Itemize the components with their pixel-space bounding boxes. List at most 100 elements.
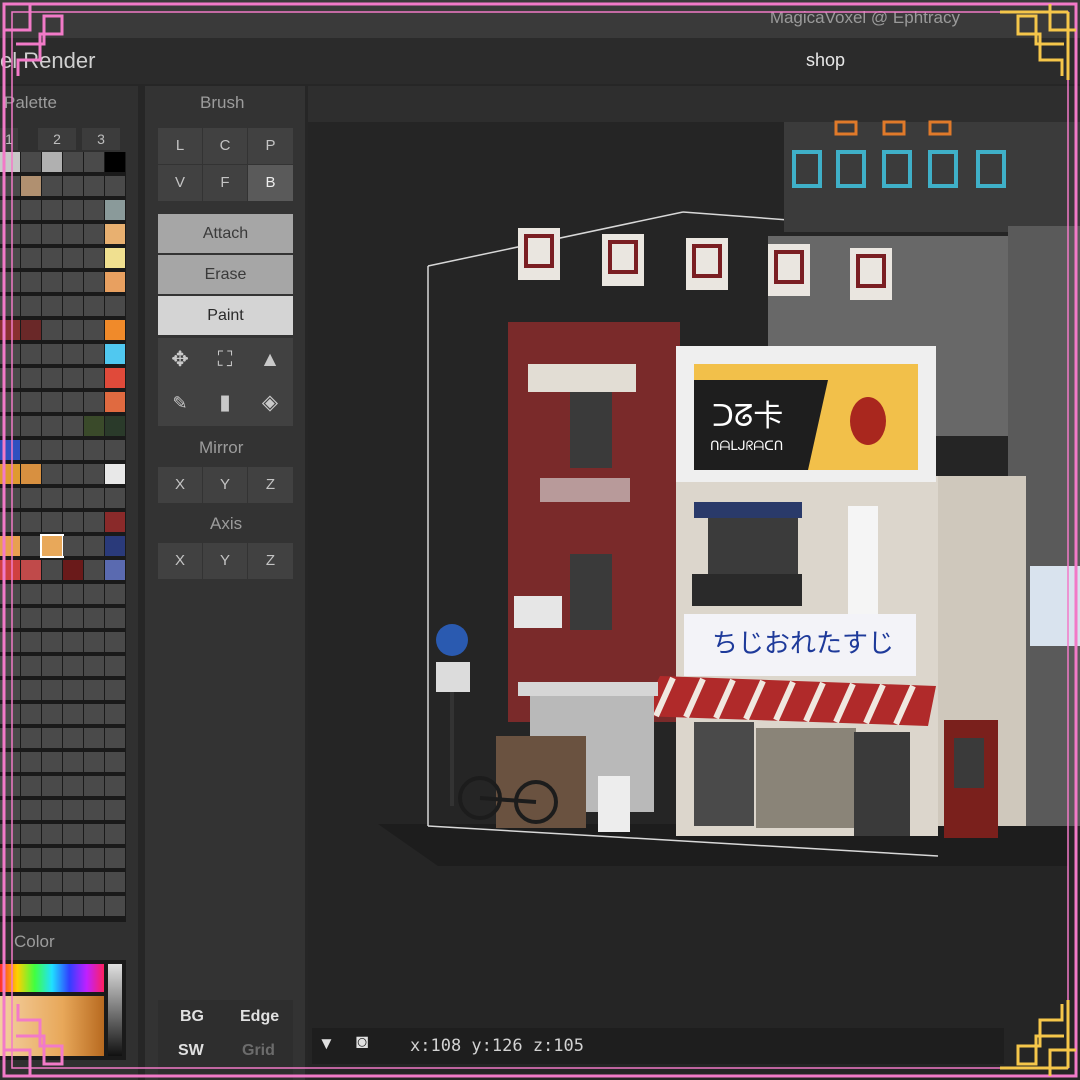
palette-swatch[interactable] (84, 776, 104, 796)
palette-swatch[interactable] (105, 848, 125, 868)
palette-swatch[interactable] (84, 704, 104, 724)
axis-z-button[interactable]: Z (248, 543, 293, 579)
palette-swatch[interactable] (63, 656, 83, 676)
palette-swatch[interactable] (105, 776, 125, 796)
palette-swatch[interactable] (42, 680, 62, 700)
palette-swatch[interactable] (84, 152, 104, 172)
palette-swatch[interactable] (42, 440, 62, 460)
palette-swatch[interactable] (21, 176, 41, 196)
palette-swatch[interactable] (42, 752, 62, 772)
palette-swatch[interactable] (0, 560, 20, 580)
palette-swatch[interactable] (63, 584, 83, 604)
palette-swatch[interactable] (84, 368, 104, 388)
color-picker[interactable] (0, 960, 126, 1060)
palette-swatch[interactable] (42, 584, 62, 604)
palette-swatch[interactable] (21, 416, 41, 436)
palette-swatch[interactable] (21, 680, 41, 700)
palette-swatch[interactable] (84, 800, 104, 820)
axis-x-button[interactable]: X (158, 543, 202, 579)
palette-swatch[interactable] (0, 680, 20, 700)
palette-swatch[interactable] (42, 632, 62, 652)
palette-swatch[interactable] (63, 848, 83, 868)
palette-swatch[interactable] (0, 440, 20, 460)
palette-swatch[interactable] (21, 632, 41, 652)
palette-swatch[interactable] (105, 416, 125, 436)
palette-tab-1[interactable]: 1 (0, 128, 18, 150)
palette-swatch[interactable] (42, 872, 62, 892)
palette-swatch[interactable] (42, 176, 62, 196)
palette-swatch[interactable] (21, 824, 41, 844)
voxel-scene[interactable]: ᑐᘔ卡 ᑎᗩᒪᒍᖇᗩᑕᑎ ちじおれたすじ (308, 86, 1080, 1080)
palette-swatch[interactable] (0, 320, 20, 340)
palette-swatch[interactable] (84, 392, 104, 412)
palette-swatch[interactable] (84, 848, 104, 868)
palette-swatch[interactable] (21, 776, 41, 796)
palette-swatch[interactable] (84, 176, 104, 196)
palette-tab-3[interactable]: 3 (82, 128, 120, 150)
palette-swatch[interactable] (0, 224, 20, 244)
palette-swatch[interactable] (21, 272, 41, 292)
palette-swatch[interactable] (105, 392, 125, 412)
trash-icon[interactable]: ▮ (203, 383, 247, 423)
palette-swatch[interactable] (63, 776, 83, 796)
palette-swatch[interactable] (21, 224, 41, 244)
palette-swatch[interactable] (84, 752, 104, 772)
palette-swatch[interactable] (21, 560, 41, 580)
palette-swatch[interactable] (84, 488, 104, 508)
palette-swatch[interactable] (0, 416, 20, 436)
palette-swatch[interactable] (42, 704, 62, 724)
palette-swatch[interactable] (84, 584, 104, 604)
palette-swatch[interactable] (105, 152, 125, 172)
palette-swatch[interactable] (42, 344, 62, 364)
palette-swatch[interactable] (0, 392, 20, 412)
palette-swatch[interactable] (21, 392, 41, 412)
palette-swatch[interactable] (0, 272, 20, 292)
palette-swatch[interactable] (42, 368, 62, 388)
palette-swatch[interactable] (42, 272, 62, 292)
palette-swatch[interactable] (63, 320, 83, 340)
palette-swatch[interactable] (42, 296, 62, 316)
palette-swatch[interactable] (105, 200, 125, 220)
palette-swatch[interactable] (0, 464, 20, 484)
palette-swatch[interactable] (42, 464, 62, 484)
palette-tab-2[interactable]: 2 (38, 128, 76, 150)
brush-type-line[interactable]: L (158, 128, 202, 164)
palette-swatch[interactable] (21, 704, 41, 724)
palette-swatch[interactable] (21, 344, 41, 364)
fill-icon[interactable]: ◈ (248, 383, 292, 423)
palette-swatch[interactable] (105, 488, 125, 508)
palette-swatch[interactable] (42, 416, 62, 436)
palette-swatch[interactable] (105, 680, 125, 700)
palette-swatch[interactable] (0, 296, 20, 316)
mode-attach-button[interactable]: Attach (158, 214, 293, 253)
palette-swatch[interactable] (84, 464, 104, 484)
palette-swatch[interactable] (0, 248, 20, 268)
palette-swatch[interactable] (63, 872, 83, 892)
palette-swatch[interactable] (105, 176, 125, 196)
palette-swatch[interactable] (63, 608, 83, 628)
bg-toggle[interactable]: BG (180, 1008, 204, 1026)
palette-swatch[interactable] (63, 680, 83, 700)
palette-swatch[interactable] (21, 584, 41, 604)
palette-swatch[interactable] (0, 776, 20, 796)
palette-swatch[interactable] (21, 464, 41, 484)
value-slider[interactable] (108, 964, 122, 1056)
mode-erase-button[interactable]: Erase (158, 255, 293, 294)
palette-swatch[interactable] (105, 560, 125, 580)
palette-swatch[interactable] (84, 416, 104, 436)
brush-type-face[interactable]: F (203, 165, 247, 201)
palette-swatch[interactable] (0, 200, 20, 220)
palette-swatch[interactable] (84, 608, 104, 628)
palette-swatch[interactable] (63, 896, 83, 916)
brush-type-box[interactable]: B (248, 165, 293, 201)
select-icon[interactable]: ⛶ (203, 340, 247, 380)
palette-swatch[interactable] (84, 728, 104, 748)
palette-swatch[interactable] (0, 728, 20, 748)
palette-swatch[interactable] (105, 584, 125, 604)
saturation-box[interactable] (0, 996, 104, 1056)
edge-toggle[interactable]: Edge (240, 1008, 279, 1026)
palette-swatch[interactable] (21, 488, 41, 508)
palette-swatch[interactable] (63, 416, 83, 436)
palette-swatch[interactable] (0, 800, 20, 820)
palette-swatch[interactable] (0, 536, 20, 556)
